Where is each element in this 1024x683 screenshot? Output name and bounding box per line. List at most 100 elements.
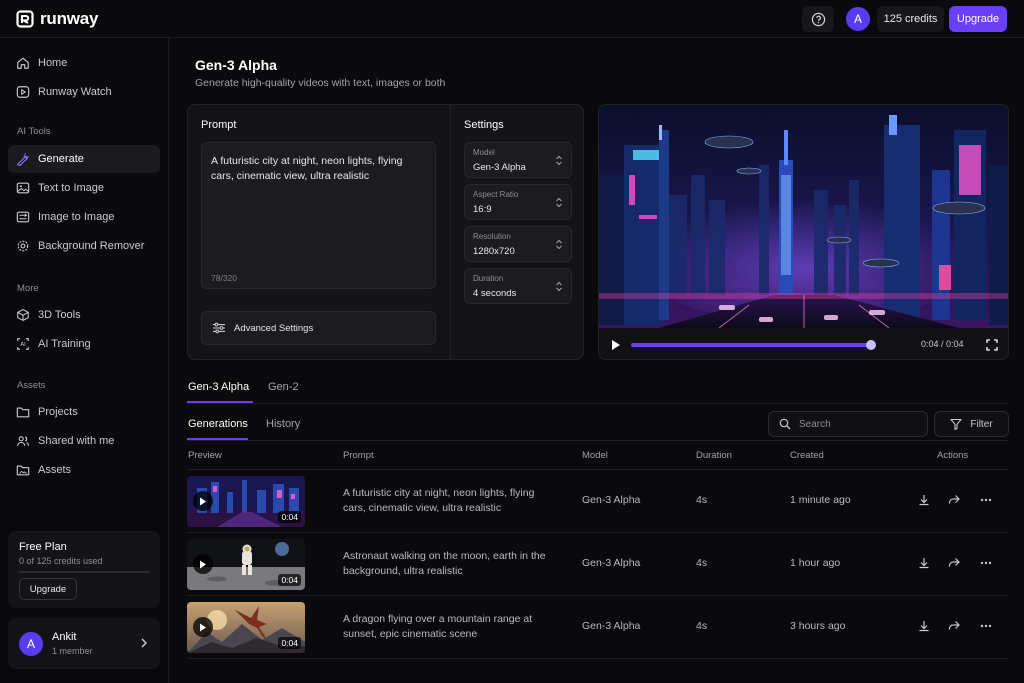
sidebar-item-shared-with-me[interactable]: Shared with me bbox=[8, 427, 160, 455]
aspect-ratio-select[interactable]: Aspect Ratio 16:9 bbox=[464, 184, 572, 220]
play-icon[interactable] bbox=[611, 339, 621, 351]
plan-upgrade-button[interactable]: Upgrade bbox=[19, 578, 77, 600]
search-icon bbox=[779, 418, 791, 430]
sidebar-item-background-remover[interactable]: Background Remover bbox=[8, 232, 160, 260]
chevron-right-icon bbox=[141, 638, 148, 648]
sidebar-item-runway-watch[interactable]: Runway Watch bbox=[8, 78, 160, 106]
runway-logo[interactable]: runway bbox=[16, 9, 99, 29]
sidebar-item-projects[interactable]: Projects bbox=[8, 398, 160, 426]
prompt-textarea[interactable]: A futuristic city at night, neon lights,… bbox=[201, 142, 436, 289]
user-avatar[interactable]: A bbox=[846, 7, 870, 31]
video-thumbnail[interactable]: 0:04 bbox=[187, 539, 305, 590]
row-created: 1 hour ago bbox=[790, 557, 841, 569]
setting-label: Resolution bbox=[473, 232, 511, 241]
play-circle-icon bbox=[16, 86, 30, 98]
section-label-more: More bbox=[17, 283, 39, 294]
row-model: Gen-3 Alpha bbox=[582, 557, 641, 569]
video-progress-bar[interactable] bbox=[631, 340, 876, 350]
generation-panel: Prompt A futuristic city at night, neon … bbox=[187, 104, 584, 360]
thumbnail-play-button[interactable] bbox=[193, 554, 213, 574]
share-icon[interactable] bbox=[948, 494, 960, 506]
row-duration: 4s bbox=[696, 557, 708, 569]
chevron-up-down-icon bbox=[556, 281, 562, 292]
setting-value: 1280x720 bbox=[473, 246, 515, 257]
sidebar-item-label: Runway Watch bbox=[38, 86, 112, 98]
tab-generations[interactable]: Generations bbox=[188, 418, 248, 430]
plan-usage: 0 of 125 credits used bbox=[19, 556, 103, 566]
share-icon[interactable] bbox=[948, 620, 960, 632]
duration-select[interactable]: Duration 4 seconds bbox=[464, 268, 572, 304]
more-icon[interactable] bbox=[980, 561, 992, 565]
thumbnail-play-button[interactable] bbox=[193, 491, 213, 511]
sidebar-item-3d-tools[interactable]: 3D Tools bbox=[8, 301, 160, 329]
duration-badge: 0:04 bbox=[278, 511, 301, 523]
setting-value: 4 seconds bbox=[473, 288, 517, 299]
share-icon[interactable] bbox=[948, 557, 960, 569]
table-row[interactable]: 0:04 A futuristic city at night, neon li… bbox=[187, 470, 1009, 533]
thumbnail-play-button[interactable] bbox=[193, 617, 213, 637]
download-icon[interactable] bbox=[918, 494, 930, 506]
filter-button[interactable]: Filter bbox=[934, 411, 1009, 437]
video-time: 0:04 / 0:04 bbox=[921, 339, 964, 349]
resolution-select[interactable]: Resolution 1280x720 bbox=[464, 226, 572, 262]
sidebar-item-label: 3D Tools bbox=[38, 309, 81, 321]
user-card[interactable]: A Ankit 1 member bbox=[8, 618, 160, 669]
tab-history[interactable]: History bbox=[266, 418, 300, 430]
video-thumbnail[interactable]: 0:04 bbox=[187, 476, 305, 527]
sidebar-item-label: Background Remover bbox=[38, 240, 145, 252]
video-player[interactable]: 0:04 / 0:04 bbox=[598, 104, 1009, 360]
row-prompt: A dragon flying over a mountain range at… bbox=[343, 613, 533, 640]
credits-badge[interactable]: 125 credits bbox=[877, 6, 944, 32]
sidebar-item-assets[interactable]: Assets bbox=[8, 456, 160, 484]
download-icon[interactable] bbox=[918, 620, 930, 632]
avatar: A bbox=[19, 632, 43, 656]
row-duration: 4s bbox=[696, 620, 708, 632]
plan-usage-bar bbox=[19, 571, 150, 573]
gear-icon bbox=[17, 240, 29, 252]
sidebar-item-label: Image to Image bbox=[38, 211, 115, 223]
folder-image-icon bbox=[16, 465, 30, 476]
column-header-model: Model bbox=[582, 450, 608, 461]
image-convert-icon bbox=[16, 211, 30, 223]
upgrade-button[interactable]: Upgrade bbox=[949, 6, 1007, 32]
column-header-prompt: Prompt bbox=[343, 450, 374, 461]
advanced-settings-button[interactable]: Advanced Settings bbox=[201, 311, 436, 345]
more-icon[interactable] bbox=[980, 624, 992, 628]
tab-gen-2[interactable]: Gen-2 bbox=[268, 381, 299, 393]
download-icon[interactable] bbox=[918, 557, 930, 569]
setting-value: Gen-3 Alpha bbox=[473, 162, 526, 173]
video-progress-fill bbox=[631, 343, 871, 347]
column-header-duration: Duration bbox=[696, 450, 732, 461]
help-button[interactable] bbox=[802, 6, 834, 32]
column-header-actions: Actions bbox=[937, 450, 969, 461]
sidebar-item-label: AI Training bbox=[38, 338, 91, 350]
table-row[interactable]: 0:04 Astronaut walking on the moon, eart… bbox=[187, 533, 1009, 596]
sidebar-item-generate[interactable]: Generate bbox=[8, 145, 160, 173]
sidebar-item-home[interactable]: Home bbox=[8, 49, 160, 77]
users-icon bbox=[17, 436, 30, 446]
table-row[interactable]: 0:04 A dragon flying over a mountain ran… bbox=[187, 596, 1009, 659]
row-model: Gen-3 Alpha bbox=[582, 494, 641, 506]
more-icon[interactable] bbox=[980, 498, 992, 502]
divider bbox=[187, 440, 1009, 441]
play-icon bbox=[200, 497, 206, 505]
runway-logo-icon bbox=[16, 10, 34, 28]
sidebar-item-label: Shared with me bbox=[38, 435, 115, 447]
sidebar-item-image-to-image[interactable]: Image to Image bbox=[8, 203, 160, 231]
tab-gen-3-alpha[interactable]: Gen-3 Alpha bbox=[188, 381, 249, 393]
fullscreen-icon[interactable] bbox=[986, 339, 998, 351]
sidebar-item-ai-training[interactable]: AI AI Training bbox=[8, 330, 160, 358]
duration-badge: 0:04 bbox=[278, 574, 301, 586]
duration-badge: 0:04 bbox=[278, 637, 301, 649]
video-thumbnail[interactable]: 0:04 bbox=[187, 602, 305, 653]
row-created: 3 hours ago bbox=[790, 620, 846, 632]
sidebar-item-text-to-image[interactable]: Text to Image bbox=[8, 174, 160, 202]
svg-text:AI: AI bbox=[20, 342, 26, 348]
model-select[interactable]: Model Gen-3 Alpha bbox=[464, 142, 572, 178]
section-label-assets: Assets bbox=[17, 380, 46, 391]
video-progress-handle[interactable] bbox=[866, 340, 876, 350]
setting-label: Aspect Ratio bbox=[473, 190, 519, 199]
search-input[interactable]: Search bbox=[768, 411, 928, 437]
row-created: 1 minute ago bbox=[790, 494, 851, 506]
sliders-icon bbox=[213, 322, 225, 334]
